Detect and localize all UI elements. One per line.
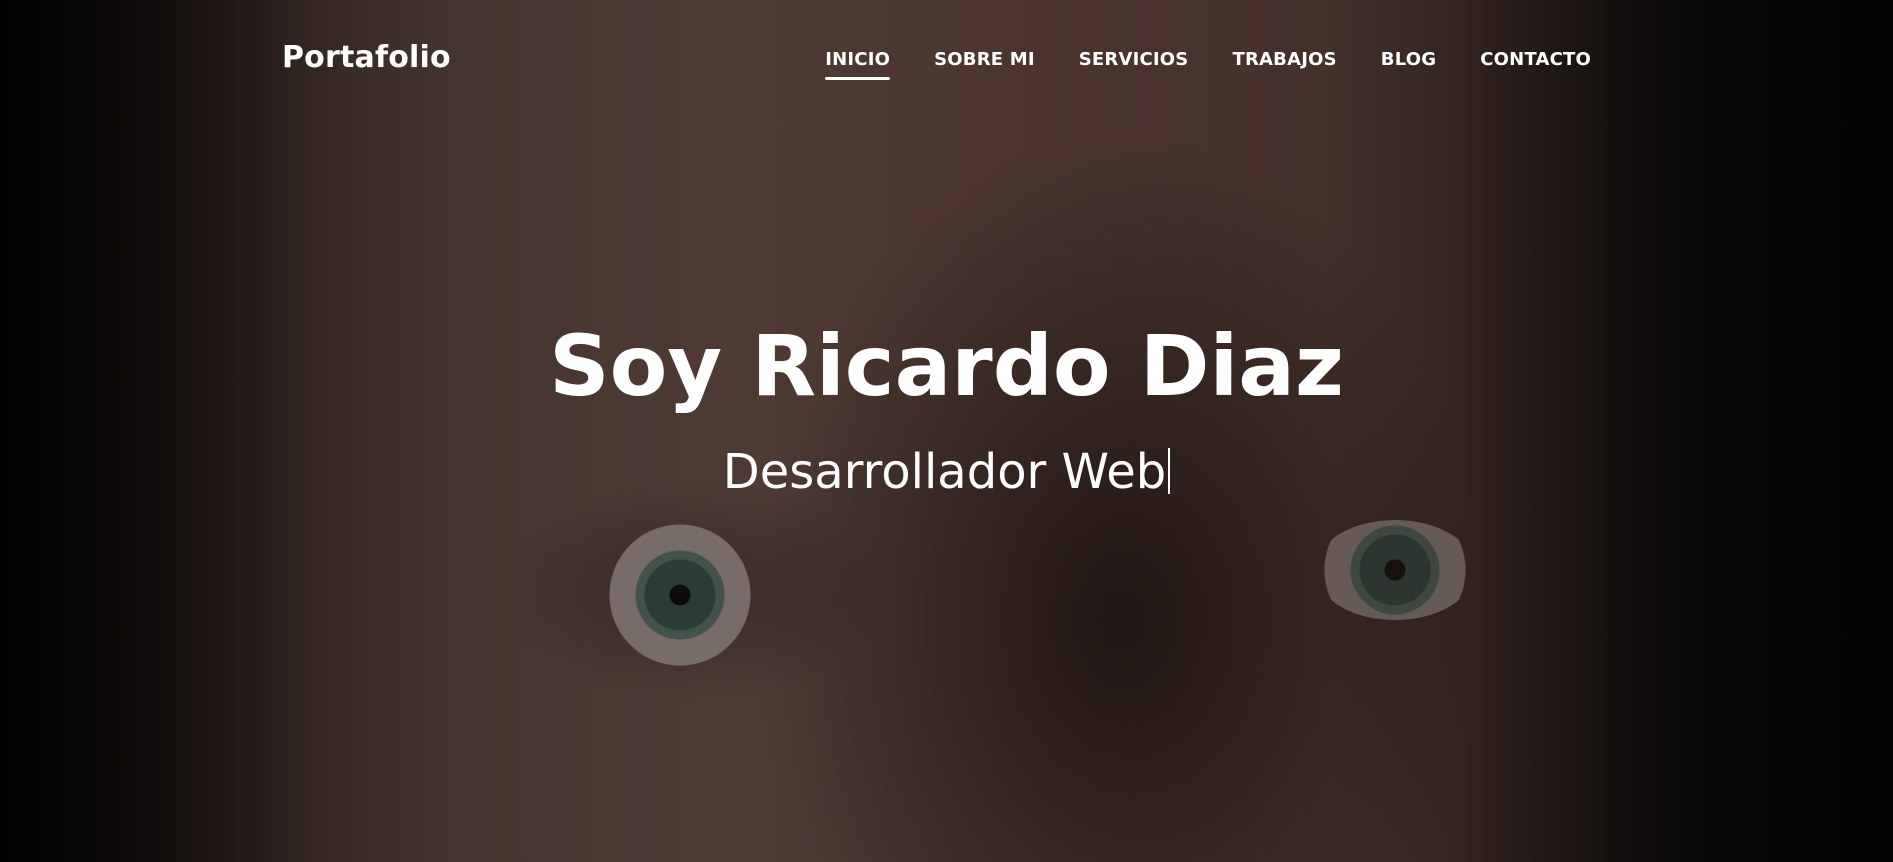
- nav-item-servicios[interactable]: SERVICIOS: [1079, 49, 1189, 80]
- hero-subtitle-text: Desarrollador Web: [722, 444, 1167, 501]
- typing-cursor: [1168, 448, 1171, 495]
- site-logo[interactable]: Portafolio: [282, 40, 451, 75]
- nav-item-blog[interactable]: BLOG: [1381, 49, 1436, 80]
- hero-subtitle: Desarrollador Web: [0, 446, 1893, 499]
- main-menu: INICIO SOBRE MI SERVICIOS TRABAJOS BLOG …: [825, 49, 1591, 80]
- nav-item-contacto[interactable]: CONTACTO: [1480, 49, 1591, 80]
- hero-section: Portafolio INICIO SOBRE MI SERVICIOS TRA…: [0, 0, 1893, 862]
- nav-item-trabajos[interactable]: TRABAJOS: [1232, 49, 1336, 80]
- hero-title: Soy Ricardo Diaz: [549, 317, 1344, 415]
- nav-item-sobre-mi[interactable]: SOBRE MI: [934, 49, 1035, 80]
- top-navigation: Portafolio INICIO SOBRE MI SERVICIOS TRA…: [0, 0, 1893, 120]
- nav-item-inicio[interactable]: INICIO: [825, 49, 891, 80]
- hero-content: Soy Ricardo Diaz Desarrollador Web: [0, 320, 1893, 499]
